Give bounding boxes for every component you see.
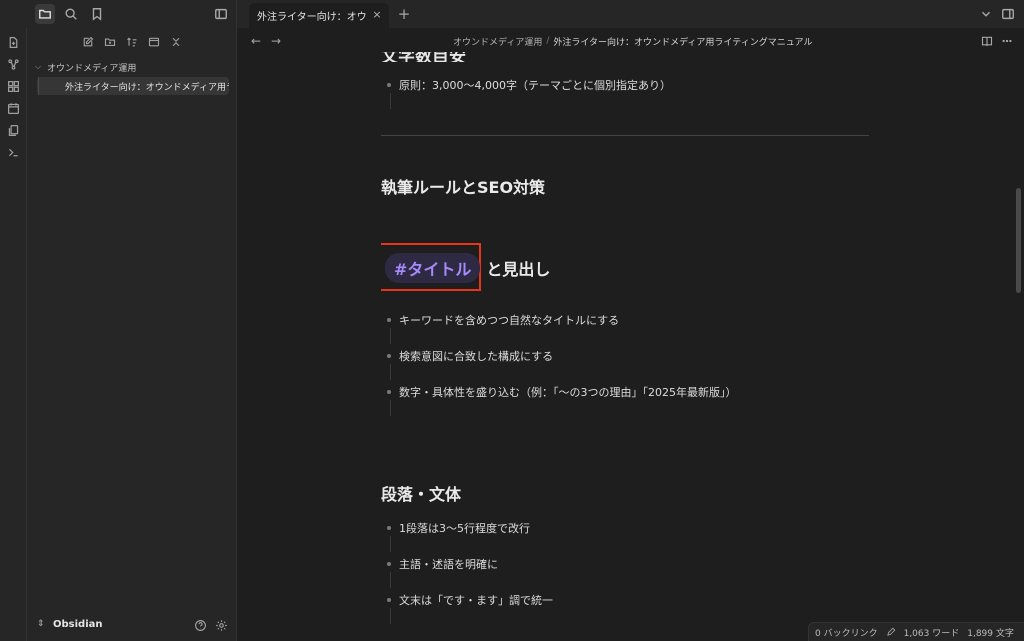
forward-arrow-icon[interactable]: → — [268, 33, 284, 49]
list-indent-guide — [390, 572, 391, 588]
help-icon[interactable] — [192, 617, 208, 633]
list-item[interactable]: 1段落は3〜5行程度で改行 — [387, 520, 530, 536]
bookmark-icon[interactable] — [87, 4, 107, 24]
list-indent-guide — [390, 608, 391, 624]
list-item[interactable]: 原則：3,000〜4,000字（テーマごとに個別指定あり） — [387, 77, 671, 93]
tree-indent-guide — [38, 77, 39, 95]
tag-title[interactable]: #タイトル — [385, 253, 481, 283]
bullet-dot — [387, 318, 391, 322]
canvas-icon[interactable] — [5, 78, 21, 94]
title-bar: 外注ライター向け：オウンドメディア用ライティングマニュアル × + — [0, 0, 1024, 28]
folder-owned-media[interactable]: ⌵ オウンドメディア運用 — [35, 59, 230, 75]
chevron-updown-icon: ⇕ — [37, 619, 45, 629]
tab-label: 外注ライター向け：オウンドメディア用ライティングマニュアル — [257, 12, 367, 23]
list-item[interactable]: 文末は「です・ます」調で統一 — [387, 592, 553, 608]
more-options-icon[interactable] — [999, 33, 1015, 49]
bullet-dot — [387, 562, 391, 566]
back-arrow-icon[interactable]: ← — [248, 33, 264, 49]
file-explorer-icon[interactable] — [35, 4, 55, 24]
edit-mode-pencil-icon[interactable] — [886, 627, 896, 637]
list-item-text: 文末は「です・ます」調で統一 — [399, 594, 553, 607]
templates-icon[interactable] — [5, 122, 21, 138]
list-item[interactable]: 主語・述語を明確に — [387, 556, 498, 572]
bullet-dot — [387, 526, 391, 530]
file-writing-manual[interactable]: 外注ライター向け：オウンドメディア用ライティングマニュアル — [37, 77, 229, 95]
new-folder-icon[interactable] — [102, 34, 118, 50]
auto-reveal-icon[interactable] — [146, 34, 162, 50]
new-note-icon[interactable] — [80, 34, 96, 50]
bullet-dot — [387, 598, 391, 602]
list-indent-guide — [390, 364, 391, 380]
open-quick-switcher-icon[interactable] — [5, 34, 21, 50]
list-item-text: キーワードを含めつつ自然なタイトルにする — [399, 314, 620, 327]
list-item-text: 原則：3,000〜4,000字（テーマごとに個別指定あり） — [399, 79, 671, 92]
chevron-down-icon[interactable] — [976, 4, 996, 24]
terminal-icon[interactable] — [5, 144, 21, 160]
subheading-title: #タイトル と見出し — [381, 243, 551, 292]
subheading-text: と見出し — [486, 260, 551, 279]
list-indent-guide — [390, 400, 391, 416]
search-icon[interactable] — [61, 4, 81, 24]
settings-gear-icon[interactable] — [213, 617, 229, 633]
list-item-text: 検索意図に合致した構成にする — [399, 350, 554, 363]
ribbon — [0, 28, 27, 641]
heading-partially-scrolled: 文字数目安 — [381, 47, 466, 67]
file-label: 外注ライター向け：オウンドメディア用ライティングマニュアル — [65, 82, 229, 93]
section-heading: 段落・文体 — [381, 485, 462, 504]
vault-name: Obsidian — [53, 618, 103, 630]
reading-view-icon[interactable] — [979, 33, 995, 49]
tab-close-icon[interactable]: × — [371, 9, 383, 21]
tab-writing-manual[interactable]: 外注ライター向け：オウンドメディア用ライティングマニュアル × — [249, 3, 389, 28]
graph-view-icon[interactable] — [5, 56, 21, 72]
editor-pane: ← → オウンドメディア運用 / 外注ライター向け：オウンドメディア用ライティン… — [238, 28, 1024, 641]
file-explorer: ⌵ オウンドメディア運用 外注ライター向け：オウンドメディア用ライティングマニュ… — [27, 28, 237, 641]
word-count: 1,063 ワード — [903, 628, 960, 639]
chevron-down-icon: ⌵ — [35, 62, 42, 71]
section-heading: 執筆ルールとSEO対策 — [381, 178, 546, 197]
bullet-dot — [387, 354, 391, 358]
list-item[interactable]: キーワードを含めつつ自然なタイトルにする — [387, 312, 619, 328]
new-tab-button[interactable]: + — [395, 5, 413, 23]
folder-label: オウンドメディア運用 — [47, 63, 137, 74]
editor-scrollbar[interactable] — [1016, 188, 1021, 293]
char-count: 1,899 文字 — [967, 628, 1014, 639]
calendar-icon[interactable] — [5, 100, 21, 116]
list-item[interactable]: 検索意図に合致した構成にする — [387, 348, 553, 364]
bullet-dot — [387, 83, 391, 87]
collapse-all-icon[interactable] — [168, 34, 184, 50]
note-content[interactable]: 文字数目安 原則：3,000〜4,000字（テーマごとに個別指定あり） 執筆ルー… — [381, 28, 869, 641]
status-bar: 0 バックリンク 1,063 ワード 1,899 文字 — [808, 622, 1024, 641]
list-item-text: 1段落は3〜5行程度で改行 — [399, 522, 530, 535]
backlinks-count[interactable]: 0 バックリンク — [815, 626, 878, 639]
sidebar-toggle-icon[interactable] — [211, 4, 231, 24]
horizontal-rule — [381, 135, 869, 136]
sort-icon[interactable] — [124, 34, 140, 50]
bullet-dot — [387, 390, 391, 394]
list-indent-guide — [390, 93, 391, 109]
list-item-text: 数字・具体性を盛り込む（例：「〜の3つの理由」「2025年最新版」） — [399, 386, 737, 399]
list-item-text: 主語・述語を明確に — [399, 558, 498, 571]
right-sidebar-toggle-icon[interactable] — [998, 4, 1018, 24]
list-indent-guide — [390, 536, 391, 552]
list-item[interactable]: 数字・具体性を盛り込む（例：「〜の3つの理由」「2025年最新版」） — [387, 384, 737, 400]
list-indent-guide — [390, 328, 391, 344]
